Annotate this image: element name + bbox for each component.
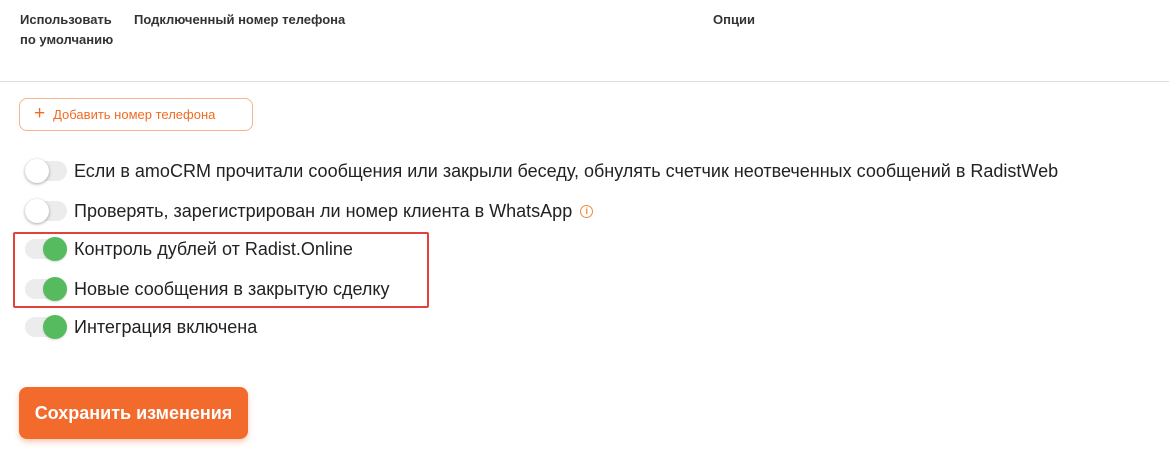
column-header-phone: Подключенный номер телефона bbox=[134, 12, 346, 27]
add-phone-label: Добавить номер телефона bbox=[53, 107, 216, 122]
column-header-options: Опции bbox=[713, 12, 755, 27]
column-header-default: Использовать по умолчанию bbox=[20, 12, 114, 47]
toggle-label: Проверять, зарегистрирован ли номер клие… bbox=[74, 200, 573, 221]
toggle-reset-unanswered[interactable] bbox=[25, 159, 67, 183]
toggle-label: Если в amoCRM прочитали сообщения или за… bbox=[74, 160, 1059, 181]
add-phone-button[interactable]: + Добавить номер телефона bbox=[19, 98, 253, 131]
info-icon[interactable]: i bbox=[580, 204, 594, 218]
toggle-check-whatsapp[interactable] bbox=[25, 199, 67, 223]
save-changes-button[interactable]: Сохранить изменения bbox=[19, 387, 248, 439]
setting-integration-enabled: Интеграция включена bbox=[25, 314, 257, 340]
toggle-integration-enabled[interactable] bbox=[25, 315, 67, 339]
toggle-knob bbox=[25, 159, 49, 183]
setting-reset-unanswered: Если в amoCRM прочитали сообщения или за… bbox=[25, 158, 1058, 184]
highlight-box bbox=[13, 232, 429, 308]
toggle-knob bbox=[25, 199, 49, 223]
setting-check-whatsapp: Проверять, зарегистрирован ли номер клие… bbox=[25, 198, 594, 224]
phones-table-header: Использовать по умолчанию Подключенный н… bbox=[0, 0, 1169, 82]
toggle-label: Интеграция включена bbox=[74, 316, 258, 337]
plus-icon: + bbox=[34, 103, 46, 124]
toggle-knob bbox=[43, 315, 67, 339]
